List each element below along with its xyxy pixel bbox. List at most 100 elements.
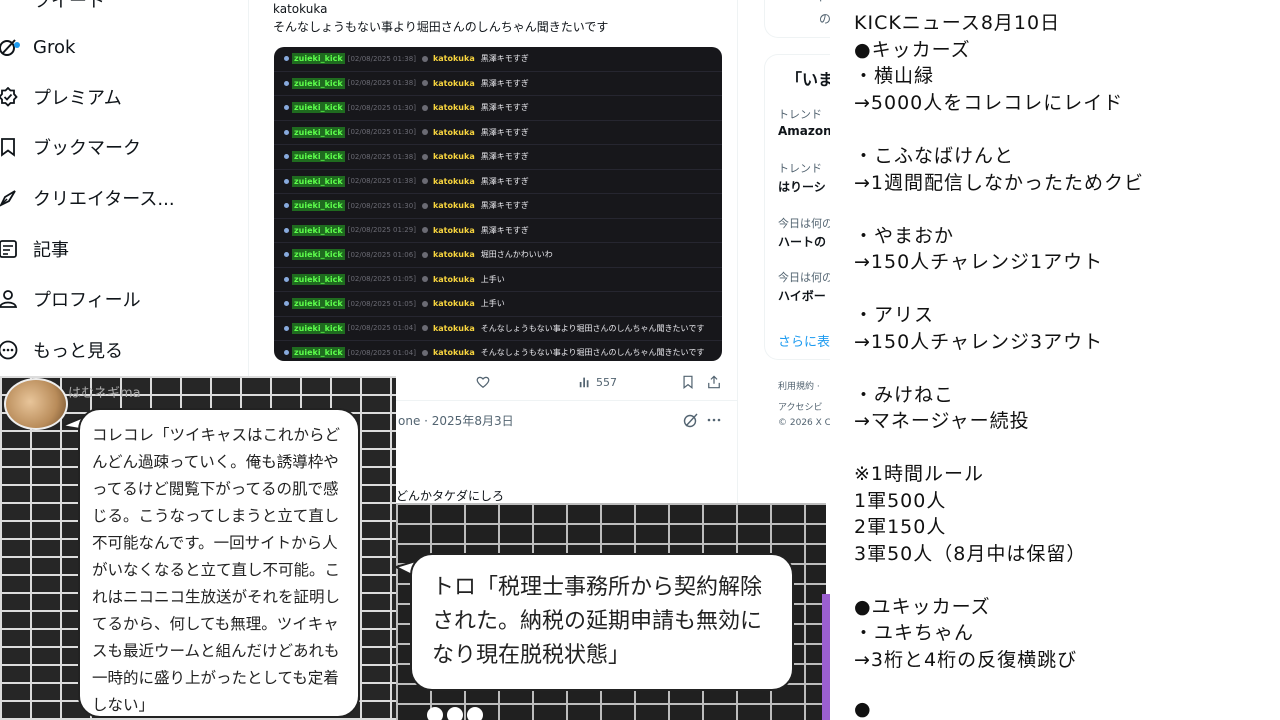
chat-username: zuieki_kick xyxy=(292,53,345,65)
chat-row: zuieki_kick [02/08/2025 01:04] katokuka そんな… xyxy=(274,317,722,341)
sidebar-item-grok[interactable]: Grok xyxy=(0,29,75,65)
chat-reply-user: katokuka xyxy=(432,103,475,113)
news-line: →マネージャー続投 xyxy=(854,410,1030,432)
footer-copyright: © 2026 X Co xyxy=(778,418,837,428)
news-line: →1週間配信しなかったためクビ xyxy=(854,172,1145,194)
views-count: 557 xyxy=(596,375,617,389)
sidebar-item-label: もっと見る xyxy=(33,341,123,362)
show-more-link[interactable]: さらに表 xyxy=(778,331,830,350)
user-badge-icon xyxy=(421,325,428,332)
news-line: ●キッカーズ xyxy=(854,39,971,61)
footer-link[interactable]: アクセシビ xyxy=(778,400,823,413)
decoration-strip xyxy=(822,594,830,720)
news-line: ・こふなばけんと xyxy=(854,145,1015,167)
chat-timestamp: [02/08/2025 01:04] xyxy=(347,348,416,357)
news-line: ・ユキちゃん xyxy=(854,622,975,644)
chat-timestamp: [02/08/2025 01:38] xyxy=(347,54,416,63)
news-line: ・やまおか xyxy=(854,225,955,247)
user-badge-icon xyxy=(421,276,428,283)
more-options-icon[interactable] xyxy=(706,412,722,428)
comic-panel: トロ「税理士事務所から契約解除された。納税の延期申請も無効になり現在脱税状態」 xyxy=(396,503,826,720)
user-badge-icon xyxy=(284,154,289,160)
chat-username: zuieki_kick xyxy=(292,322,345,334)
bookmark-button[interactable] xyxy=(681,374,695,390)
tweet-media-image[interactable]: zuieki_kick [02/08/2025 01:38] katokuka 黒澤キ… xyxy=(274,47,722,361)
sidebar-item-label: プロフィール xyxy=(33,290,141,311)
trend-item[interactable]: Amazon xyxy=(778,124,832,138)
news-line: ・みけねこ xyxy=(854,384,955,406)
user-badge-icon xyxy=(421,178,428,185)
sidebar-item-articles[interactable]: 記事 xyxy=(0,231,69,267)
chat-message: 黒澤キモすぎ xyxy=(480,201,529,211)
chat-row: zuieki_kick [02/08/2025 01:38] katokuka 黒澤キ… xyxy=(274,47,722,72)
sidebar-item-label: ツイート xyxy=(33,0,105,12)
news-line: →3桁と4桁の反復横跳び xyxy=(854,649,1078,671)
user-badge-icon xyxy=(284,129,289,135)
tweet-author[interactable]: katokuka xyxy=(273,2,327,16)
chat-username: zuieki_kick xyxy=(292,224,345,236)
chat-timestamp: [02/08/2025 01:05] xyxy=(347,299,416,308)
chat-username: zuieki_kick xyxy=(292,102,345,114)
trend-item[interactable]: はりーシ xyxy=(778,178,826,195)
sidebar-item-more[interactable]: もっと見る xyxy=(0,332,123,368)
news-panel: KICKニュース8月10日 ●キッカーズ ・横山緑 →5000人をコレコレにレイ… xyxy=(830,0,1280,720)
chat-timestamp: [02/08/2025 01:04] xyxy=(347,324,416,333)
chat-row: zuieki_kick [02/08/2025 01:05] katokuka 上手い xyxy=(274,268,722,292)
news-line: ・横山緑 xyxy=(854,65,935,87)
chat-row: zuieki_kick [02/08/2025 01:30] katokuka 黒澤キ… xyxy=(274,194,722,219)
chat-row: zuieki_kick [02/08/2025 01:29] katokuka 黒澤キ… xyxy=(274,219,722,243)
trend-category: トレンド xyxy=(778,162,822,175)
user-badge-icon xyxy=(284,325,289,331)
trend-category: トレンド xyxy=(778,108,822,121)
chat-reply-user: katokuka xyxy=(432,127,475,137)
comic-panel: はむネギma コレコレ「ツイキャスはこれからどんどん過疎っていく。俺も誘導枠やっ… xyxy=(0,376,396,720)
user-badge-icon xyxy=(284,178,289,184)
sidebar-item-label: クリエイタース... xyxy=(33,189,175,210)
sidebar-item-label: Grok xyxy=(33,36,76,58)
chat-row: zuieki_kick [02/08/2025 01:38] katokuka 黒澤キ… xyxy=(274,170,722,194)
speech-bubble: コレコレ「ツイキャスはこれからどんどん過疎っていく。俺も誘導枠やってるけど閲覧下… xyxy=(78,408,360,718)
chat-reply-user: katokuka xyxy=(432,54,475,64)
news-line: ● xyxy=(854,698,872,720)
chat-username: zuieki_kick xyxy=(292,298,345,310)
news-line: →150人チャレンジ3アウト xyxy=(854,331,1104,353)
grok-icon[interactable] xyxy=(683,412,699,428)
share-icon xyxy=(708,375,720,389)
chat-username: zuieki_kick xyxy=(292,175,345,187)
news-line: ※1時間ルール xyxy=(854,463,985,485)
user-badge-icon xyxy=(421,300,428,307)
user-badge-icon xyxy=(421,129,428,136)
bookmark-icon xyxy=(0,136,18,158)
chat-row: zuieki_kick [02/08/2025 01:38] katokuka 黒澤キ… xyxy=(274,72,722,96)
chat-reply-user: katokuka xyxy=(432,250,475,260)
trend-item[interactable]: ハイボー xyxy=(778,287,826,304)
sidebar-item-tweet[interactable]: ツイート xyxy=(0,0,105,18)
user-badge-icon xyxy=(284,252,289,258)
sidebar-item-premium[interactable]: プレミアム xyxy=(0,79,122,115)
chat-reply-user: katokuka xyxy=(432,225,475,235)
chat-timestamp: [02/08/2025 01:38] xyxy=(347,79,416,88)
user-badge-icon xyxy=(421,80,428,87)
heart-icon xyxy=(476,376,490,389)
bookmark-icon xyxy=(683,375,693,389)
share-button[interactable] xyxy=(707,374,721,390)
chat-reply-user: katokuka xyxy=(432,299,475,309)
grok-icon xyxy=(0,36,20,58)
sidebar-item-bookmarks[interactable]: ブックマーク xyxy=(0,129,141,165)
sidebar-item-creator-studio[interactable]: クリエイタース... xyxy=(0,180,175,216)
chat-message: そんなしょうもない事より堀田さんのしんちゃん聞きたいです xyxy=(480,323,705,333)
user-badge-icon xyxy=(421,153,428,160)
chat-timestamp: [02/08/2025 01:30] xyxy=(347,128,416,137)
sidebar-item-profile[interactable]: プロフィール xyxy=(0,281,141,317)
chat-username: zuieki_kick xyxy=(292,273,345,285)
chat-username: zuieki_kick xyxy=(292,126,345,138)
footer-link[interactable]: 利用規約 · xyxy=(778,379,820,392)
chat-reply-user: katokuka xyxy=(432,348,475,358)
chat-message: 黒澤キモすぎ xyxy=(480,225,529,235)
chat-row: zuieki_kick [02/08/2025 01:05] katokuka 上手い xyxy=(274,292,722,317)
trend-category: 今日は何の xyxy=(778,217,833,230)
speech-bubble: トロ「税理士事務所から契約解除された。納税の延期申請も無効になり現在脱税状態」 xyxy=(410,553,794,691)
trend-item[interactable]: ハートの xyxy=(778,233,826,250)
views-button[interactable]: 557 xyxy=(578,374,617,390)
like-button[interactable] xyxy=(476,374,490,390)
